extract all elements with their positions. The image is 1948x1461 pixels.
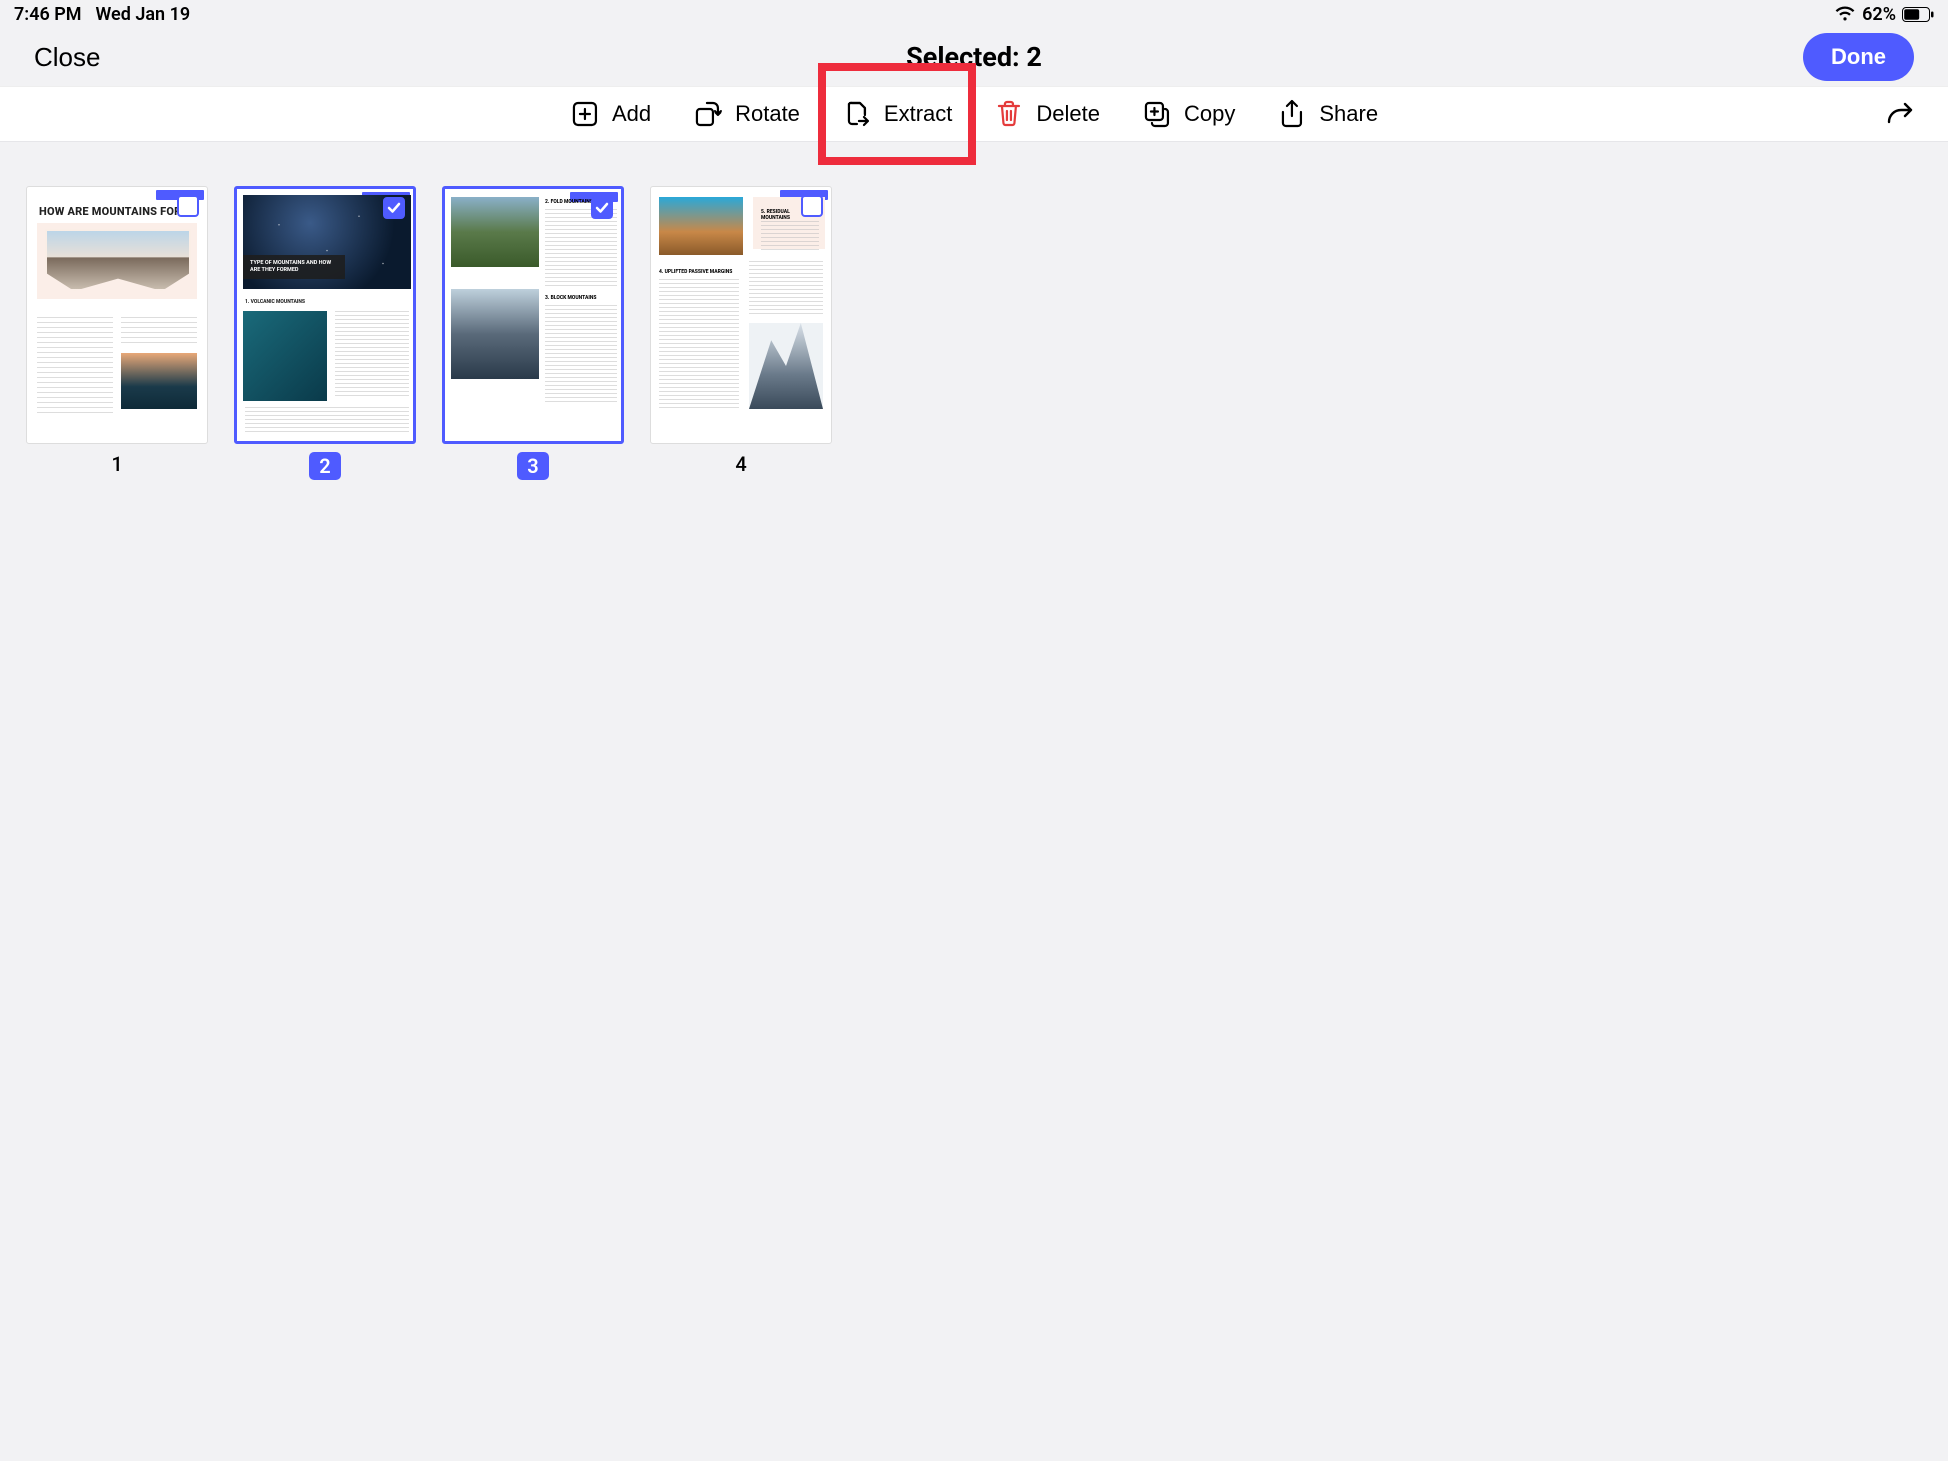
- copy-label: Copy: [1184, 101, 1235, 127]
- page2-caption: TYPE OF MOUNTAINS AND HOW ARE THEY FORME…: [243, 255, 345, 279]
- undo-icon: [1885, 100, 1915, 129]
- extract-button[interactable]: Extract: [842, 99, 952, 129]
- status-bar: 7:46 PM Wed Jan 19 62%: [0, 0, 1948, 28]
- battery-percent: 62%: [1862, 4, 1896, 25]
- page-number: 3: [517, 452, 548, 480]
- page-thumbnails: HOW ARE MOUNTAINS FORM 1 TYPE OF MOUNTAI…: [0, 142, 1948, 524]
- page-thumbnail-4[interactable]: 5. RESIDUAL MOUNTAINS 4. UPLIFTED PASSIV…: [650, 186, 832, 444]
- page-number: 4: [735, 452, 746, 476]
- page4-heading-2: 4. UPLIFTED PASSIVE MARGINS: [659, 269, 732, 275]
- status-time: 7:46 PM: [14, 4, 82, 25]
- page-checkbox[interactable]: [591, 197, 613, 219]
- page-checkbox[interactable]: [177, 195, 199, 217]
- delete-button[interactable]: Delete: [994, 99, 1100, 129]
- status-date: Wed Jan 19: [96, 4, 191, 25]
- trash-icon: [994, 99, 1024, 129]
- page-thumbnail-1[interactable]: HOW ARE MOUNTAINS FORM: [26, 186, 208, 444]
- header: Close Selected: 2 Done: [0, 28, 1948, 86]
- delete-label: Delete: [1036, 101, 1100, 127]
- add-button[interactable]: Add: [570, 99, 651, 129]
- page-thumbnail-wrap: 5. RESIDUAL MOUNTAINS 4. UPLIFTED PASSIV…: [650, 186, 832, 476]
- page1-title: HOW ARE MOUNTAINS FORM: [39, 205, 191, 218]
- add-icon: [570, 99, 600, 129]
- page2-subheading: 1. VOLCANIC MOUNTAINS: [245, 299, 305, 305]
- rotate-label: Rotate: [735, 101, 800, 127]
- close-button[interactable]: Close: [34, 42, 100, 73]
- page-thumbnail-wrap: HOW ARE MOUNTAINS FORM 1: [26, 186, 208, 476]
- page-checkbox[interactable]: [801, 195, 823, 217]
- page-number: 2: [309, 452, 340, 480]
- page3-heading-2: 3. BLOCK MOUNTAINS: [545, 295, 596, 301]
- extract-label: Extract: [884, 101, 952, 127]
- battery-icon: [1902, 7, 1934, 22]
- share-icon: [1277, 99, 1307, 129]
- toolbar: Add Rotate Extract Delete Copy: [0, 86, 1948, 142]
- rotate-button[interactable]: Rotate: [693, 99, 800, 129]
- share-label: Share: [1319, 101, 1378, 127]
- page-thumbnail-wrap: 2. FOLD MOUNTAINS 3. BLOCK MOUNTAINS 3: [442, 186, 624, 480]
- done-button[interactable]: Done: [1803, 33, 1914, 81]
- undo-button[interactable]: [1880, 94, 1920, 134]
- page-title: Selected: 2: [906, 41, 1042, 73]
- page-thumbnail-3[interactable]: 2. FOLD MOUNTAINS 3. BLOCK MOUNTAINS: [442, 186, 624, 444]
- wifi-icon: [1834, 6, 1856, 22]
- rotate-icon: [693, 99, 723, 129]
- page-thumbnail-2[interactable]: TYPE OF MOUNTAINS AND HOW ARE THEY FORME…: [234, 186, 416, 444]
- extract-icon: [842, 99, 872, 129]
- page-thumbnail-wrap: TYPE OF MOUNTAINS AND HOW ARE THEY FORME…: [234, 186, 416, 480]
- share-button[interactable]: Share: [1277, 99, 1378, 129]
- page-checkbox[interactable]: [383, 197, 405, 219]
- add-label: Add: [612, 101, 651, 127]
- copy-icon: [1142, 99, 1172, 129]
- page3-heading-1: 2. FOLD MOUNTAINS: [545, 199, 593, 205]
- page-number: 1: [111, 452, 122, 476]
- copy-button[interactable]: Copy: [1142, 99, 1235, 129]
